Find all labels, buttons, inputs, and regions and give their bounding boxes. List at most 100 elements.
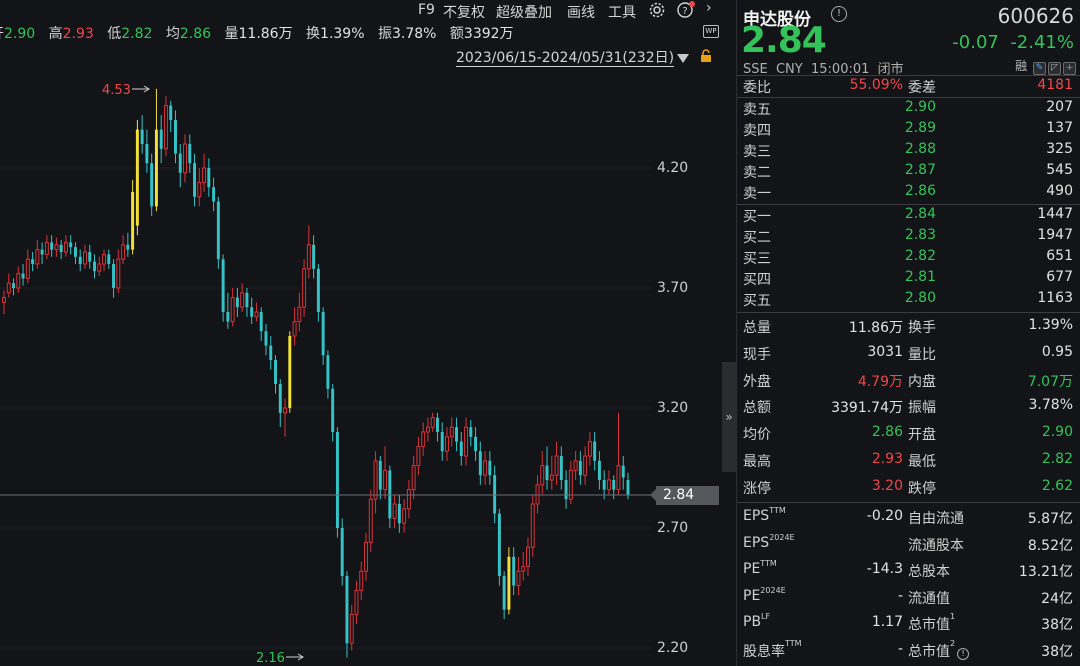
candle[interactable] bbox=[97, 256, 102, 276]
candle[interactable] bbox=[335, 427, 339, 538]
candle[interactable] bbox=[368, 489, 373, 552]
candle[interactable] bbox=[73, 242, 77, 264]
candle[interactable] bbox=[469, 420, 473, 447]
candle[interactable] bbox=[59, 240, 63, 260]
tools-button[interactable]: 工具 bbox=[608, 2, 636, 22]
candle[interactable] bbox=[121, 235, 126, 264]
candle[interactable] bbox=[250, 297, 254, 324]
kline-chart-area[interactable]: 4.53 2.16 F9 不复权 超级叠加 画线 工具 ? › 2.90 高2.… bbox=[0, 0, 722, 666]
candle[interactable] bbox=[497, 508, 501, 586]
candle[interactable] bbox=[235, 288, 239, 317]
candle[interactable] bbox=[207, 158, 211, 197]
candle[interactable] bbox=[587, 432, 592, 466]
candle[interactable] bbox=[512, 547, 516, 596]
candle[interactable] bbox=[516, 556, 521, 596]
ask-row[interactable]: 卖二 2.87 545 bbox=[743, 162, 1073, 183]
candle[interactable] bbox=[169, 100, 173, 132]
candle[interactable] bbox=[540, 451, 545, 495]
candle[interactable] bbox=[364, 532, 368, 581]
candle[interactable] bbox=[178, 144, 182, 188]
candle[interactable] bbox=[274, 355, 277, 394]
candle[interactable] bbox=[373, 451, 378, 514]
candle[interactable] bbox=[530, 494, 535, 557]
candle[interactable] bbox=[245, 288, 249, 317]
candle[interactable] bbox=[297, 292, 302, 332]
ask-row[interactable]: 卖一 2.86 490 bbox=[743, 183, 1073, 204]
candle[interactable] bbox=[326, 350, 330, 399]
candle[interactable] bbox=[40, 242, 44, 264]
candle[interactable] bbox=[430, 412, 435, 432]
candle[interactable] bbox=[440, 422, 444, 461]
candle[interactable] bbox=[606, 470, 611, 495]
candle[interactable] bbox=[483, 451, 488, 485]
candle[interactable] bbox=[6, 273, 11, 298]
candle[interactable] bbox=[288, 331, 292, 413]
candle[interactable] bbox=[259, 307, 263, 341]
info-icon[interactable]: ! bbox=[831, 6, 847, 22]
candle[interactable] bbox=[478, 441, 482, 485]
candle[interactable] bbox=[340, 518, 344, 586]
candle[interactable] bbox=[559, 446, 563, 490]
candle[interactable] bbox=[283, 398, 288, 437]
date-range-text[interactable]: 2023/06/15-2024/05/31(232日) bbox=[456, 50, 675, 67]
chevron-right-icon[interactable]: › bbox=[706, 0, 712, 16]
candle[interactable] bbox=[421, 422, 426, 456]
candle[interactable] bbox=[183, 134, 187, 183]
candle[interactable] bbox=[306, 225, 311, 279]
candle[interactable] bbox=[2, 290, 6, 315]
expand-icon[interactable]: ◸ bbox=[1048, 62, 1061, 75]
bid-row[interactable]: 买一 2.84 1447 bbox=[743, 206, 1073, 227]
candle[interactable] bbox=[493, 465, 497, 524]
candle[interactable] bbox=[197, 168, 202, 207]
gear-icon[interactable] bbox=[648, 1, 666, 23]
candle[interactable] bbox=[573, 451, 578, 480]
candle[interactable] bbox=[388, 465, 392, 528]
super-overlay-button[interactable]: 超级叠加 bbox=[496, 2, 552, 22]
candle[interactable] bbox=[349, 604, 354, 651]
candle[interactable] bbox=[88, 244, 92, 269]
candle[interactable] bbox=[616, 412, 621, 495]
candle[interactable] bbox=[397, 494, 401, 533]
candle[interactable] bbox=[50, 235, 54, 257]
candle[interactable] bbox=[464, 417, 469, 466]
candle[interactable] bbox=[107, 249, 111, 269]
candle[interactable] bbox=[202, 153, 207, 192]
candle[interactable] bbox=[545, 446, 549, 490]
draw-line-button[interactable]: 画线 bbox=[567, 2, 595, 22]
candle[interactable] bbox=[159, 115, 163, 164]
candle[interactable] bbox=[312, 235, 316, 279]
candle[interactable] bbox=[193, 153, 197, 207]
candle[interactable] bbox=[449, 417, 454, 447]
candle[interactable] bbox=[354, 580, 359, 624]
candle[interactable] bbox=[292, 307, 297, 346]
candle[interactable] bbox=[69, 235, 73, 255]
candle[interactable] bbox=[93, 254, 96, 279]
kline-chart[interactable]: 4.53 2.16 bbox=[0, 0, 722, 666]
candle[interactable] bbox=[316, 264, 320, 322]
candle[interactable] bbox=[474, 427, 478, 461]
candle[interactable] bbox=[163, 96, 168, 156]
candle[interactable] bbox=[102, 249, 107, 272]
candle[interactable] bbox=[264, 324, 268, 356]
candle[interactable] bbox=[597, 451, 601, 490]
candle[interactable] bbox=[212, 177, 216, 212]
candle[interactable] bbox=[411, 456, 416, 500]
candle[interactable] bbox=[226, 292, 230, 329]
candle[interactable] bbox=[145, 129, 149, 173]
info-circle-icon[interactable]: ! bbox=[957, 647, 970, 660]
candle[interactable] bbox=[154, 88, 158, 212]
panel-collapse-handle[interactable]: » bbox=[722, 362, 736, 472]
help-icon[interactable]: ? bbox=[676, 1, 696, 23]
candle[interactable] bbox=[83, 244, 87, 269]
candle[interactable] bbox=[406, 480, 411, 519]
candle[interactable] bbox=[78, 249, 82, 272]
lock-icon[interactable] bbox=[700, 49, 712, 67]
candle[interactable] bbox=[31, 252, 35, 272]
candle[interactable] bbox=[63, 235, 68, 257]
candle[interactable] bbox=[174, 110, 177, 164]
candle[interactable] bbox=[459, 432, 463, 466]
candle[interactable] bbox=[392, 494, 397, 528]
candle[interactable] bbox=[221, 254, 225, 322]
candle[interactable] bbox=[345, 571, 349, 658]
candle[interactable] bbox=[269, 336, 273, 370]
